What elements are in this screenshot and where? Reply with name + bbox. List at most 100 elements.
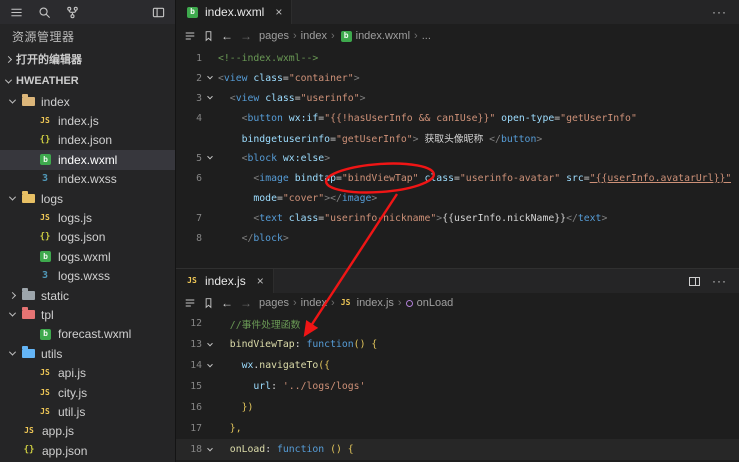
breadcrumb-item-index.js[interactable]: JS index.js xyxy=(339,297,394,309)
file-index.js[interactable]: JS index.js xyxy=(0,111,175,130)
js-file-icon: JS xyxy=(40,213,50,223)
menu-icon[interactable] xyxy=(10,6,23,19)
bookmark-icon[interactable] xyxy=(203,30,214,42)
more-actions-icon[interactable]: ··· xyxy=(712,274,727,288)
breadcrumb-label: index xyxy=(300,297,327,309)
folder-index[interactable]: index xyxy=(0,92,175,111)
forward-arrow-icon[interactable]: → xyxy=(240,296,252,310)
search-icon[interactable] xyxy=(38,6,51,19)
code-line[interactable]: 6 <image bindtap="bindViewTap" class="us… xyxy=(176,168,739,188)
code-line[interactable]: 8 </block> xyxy=(176,228,739,248)
back-arrow-icon[interactable]: ← xyxy=(221,296,233,310)
tab-bar-top: b index.wxml × ··· xyxy=(176,0,739,24)
folder-icon xyxy=(22,288,35,301)
line-number: 4 xyxy=(196,112,202,124)
breadcrumb-item-onLoad[interactable]: onLoad xyxy=(405,297,453,309)
code-line[interactable]: 2 <view class="container"> xyxy=(176,68,739,88)
breadcrumb-label: pages xyxy=(259,30,289,42)
breadcrumb-item-index[interactable]: index xyxy=(301,297,327,309)
file-forecast.wxml[interactable]: b forecast.wxml xyxy=(0,325,175,344)
code-line[interactable]: 1 <!--index.wxml--> xyxy=(176,48,739,68)
code-line[interactable]: 13 bindViewTap: function() { xyxy=(176,334,739,355)
file-logs.json[interactable]: {} logs.json xyxy=(0,228,175,247)
open-editors-section-header[interactable]: 打开的编辑器 xyxy=(0,48,175,70)
chevron-down-icon xyxy=(8,310,17,318)
code-line[interactable]: mode="cover"></image> xyxy=(176,188,739,208)
fold-chevron-icon[interactable] xyxy=(207,361,213,367)
breadcrumb-item-pages[interactable]: pages xyxy=(259,297,289,309)
file-api.js[interactable]: JS api.js xyxy=(0,363,175,382)
line-number: 7 xyxy=(196,212,202,224)
code-line[interactable]: 7 <text class="userinfo-nickname">{{user… xyxy=(176,208,739,228)
tab-index-wxml[interactable]: b index.wxml × xyxy=(176,0,293,24)
folder-tpl[interactable]: tpl xyxy=(0,305,175,324)
split-editor-icon[interactable] xyxy=(689,276,700,286)
file-index.wxml[interactable]: b index.wxml xyxy=(0,150,175,170)
fold-chevron-icon[interactable] xyxy=(207,340,213,346)
code-line[interactable]: 17 }, xyxy=(176,418,739,439)
tree-item-label: logs xyxy=(41,191,64,206)
code-line[interactable]: 14 wx.navigateTo({ xyxy=(176,355,739,376)
file-app.json[interactable]: {} app.json xyxy=(0,441,175,460)
code-text: <view class="userinfo"> xyxy=(229,92,366,104)
tree-item-label: api.js xyxy=(58,366,87,381)
code-text: bindgetuserinfo="getUserInfo"> 获取头像昵称 </… xyxy=(241,134,543,145)
file-logs.js[interactable]: JS logs.js xyxy=(0,208,175,227)
tab-index-js[interactable]: JS index.js × xyxy=(176,269,274,293)
close-icon[interactable]: × xyxy=(275,5,282,19)
folder-icon xyxy=(22,191,35,204)
fold-chevron-icon[interactable] xyxy=(207,73,213,80)
code-text: <view class="container"> xyxy=(218,72,360,84)
outline-icon[interactable] xyxy=(184,30,196,42)
breadcrumb-separator: › xyxy=(292,297,297,309)
code-line[interactable]: 3 <view class="userinfo"> xyxy=(176,88,739,108)
folder-utils[interactable]: utils xyxy=(0,344,175,363)
project-root-header[interactable]: HWEATHER xyxy=(0,70,175,92)
breadcrumb-item-...[interactable]: ... xyxy=(422,30,431,42)
version-control-icon[interactable] xyxy=(66,6,79,19)
back-arrow-icon[interactable]: ← xyxy=(221,29,233,43)
file-app.js[interactable]: JS app.js xyxy=(0,422,175,441)
tree-item-label: logs.js xyxy=(58,211,93,226)
breadcrumb-separator: › xyxy=(330,30,335,42)
code-line[interactable]: bindgetuserinfo="getUserInfo"> 获取头像昵称 </… xyxy=(176,128,739,148)
forward-arrow-icon[interactable]: → xyxy=(240,29,252,43)
file-city.js[interactable]: JS city.js xyxy=(0,383,175,402)
code-line[interactable]: 15 url: '../logs/logs' xyxy=(176,376,739,397)
tree-item-label: forecast.wxml xyxy=(58,327,132,342)
code-line[interactable]: 16 }) xyxy=(176,397,739,418)
file-logs.wxml[interactable]: b logs.wxml xyxy=(0,247,175,266)
file-logs.wxss[interactable]: 3 logs.wxss xyxy=(0,267,175,286)
fold-chevron-icon[interactable] xyxy=(207,153,213,160)
breadcrumb-item-pages[interactable]: pages xyxy=(259,30,289,42)
folder-static[interactable]: static xyxy=(0,286,175,305)
fold-chevron-icon[interactable] xyxy=(207,93,213,100)
sidebar-explorer: 资源管理器 打开的编辑器 HWEATHER index JS index.js {} i… xyxy=(0,0,176,462)
folder-logs[interactable]: logs xyxy=(0,189,175,208)
breadcrumb-item-index.wxml[interactable]: b index.wxml xyxy=(339,30,410,42)
file-index.wxss[interactable]: 3 index.wxss xyxy=(0,170,175,189)
code-line[interactable]: 5 <block wx:else> xyxy=(176,148,739,168)
breadcrumb-separator: › xyxy=(330,297,335,309)
tree-item-label: index.json xyxy=(58,133,113,148)
ide-window: 资源管理器 打开的编辑器 HWEATHER index JS index.js {} i… xyxy=(0,0,739,462)
panel-layout-icon[interactable] xyxy=(152,6,165,19)
breadcrumb-item-index[interactable]: index xyxy=(301,30,327,42)
line-number: 3 xyxy=(196,92,202,104)
code-line[interactable]: 18 onLoad: function () { xyxy=(176,439,739,460)
project-label: HWEATHER xyxy=(16,75,79,87)
close-icon[interactable]: × xyxy=(257,274,264,288)
js-file-icon: JS xyxy=(40,368,50,378)
js-file-icon: JS xyxy=(340,298,351,307)
file-index.json[interactable]: {} index.json xyxy=(0,131,175,150)
code-line[interactable]: 4 <button wx:if="{{!hasUserInfo && canIU… xyxy=(176,108,739,128)
breadcrumb-separator: › xyxy=(292,30,297,42)
code-line[interactable]: 12 //事件处理函数 xyxy=(176,313,739,334)
file-util.js[interactable]: JS util.js xyxy=(0,402,175,421)
outline-icon[interactable] xyxy=(184,297,196,309)
more-actions-icon[interactable]: ··· xyxy=(712,5,727,19)
folder-icon xyxy=(22,94,35,107)
fold-chevron-icon[interactable] xyxy=(207,445,213,451)
bookmark-icon[interactable] xyxy=(203,297,214,309)
breadcrumb-row-bottom: ← → pages › index › JS index.js › onLoad xyxy=(176,293,739,313)
